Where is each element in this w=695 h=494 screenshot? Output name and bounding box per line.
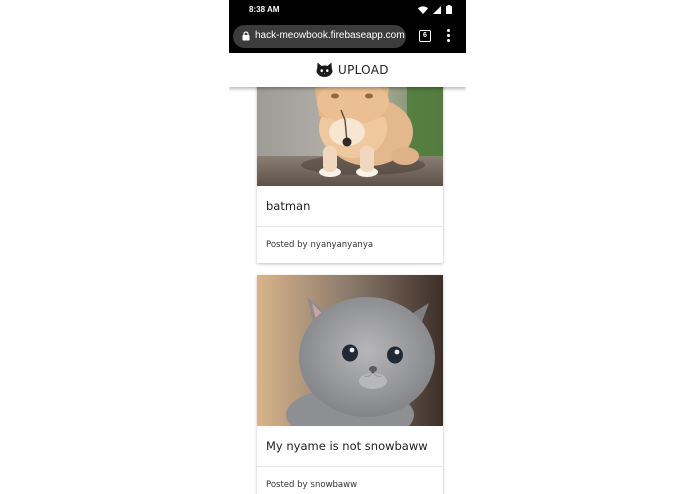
- phone-screen: 8:38 AM hack-meowbook.firebaseapp.com 6: [229, 0, 466, 494]
- tabs-button[interactable]: 6: [419, 30, 431, 42]
- post-title: My nyame is not snowbaww: [257, 426, 443, 467]
- upload-button[interactable]: UPLOAD: [316, 62, 389, 77]
- post-author[interactable]: snowbaww: [311, 480, 357, 490]
- post-title: batman: [257, 186, 443, 227]
- posted-by-label: Posted by: [266, 240, 308, 250]
- cat-face-icon: [316, 62, 333, 77]
- url-bar[interactable]: hack-meowbook.firebaseapp.com: [233, 25, 406, 48]
- menu-icon[interactable]: [445, 29, 451, 43]
- status-time: 8:38 AM: [249, 5, 280, 14]
- tab-count: 6: [423, 32, 427, 39]
- wifi-icon: [418, 5, 428, 14]
- app-bar: UPLOAD: [229, 53, 466, 87]
- battery-icon: [446, 5, 452, 14]
- lock-icon: [242, 31, 250, 41]
- status-icons: [418, 5, 452, 14]
- signal-icon: [433, 5, 441, 14]
- post-meta: Posted by snowbaww: [257, 467, 443, 494]
- post-image[interactable]: [257, 275, 443, 426]
- cat-photo-gray: [257, 275, 443, 426]
- post-author[interactable]: nyanyanyanya: [311, 240, 374, 250]
- status-bar: 8:38 AM: [229, 0, 466, 21]
- posted-by-label: Posted by: [266, 480, 308, 490]
- post-card: batman Posted by nyanyanyanya: [257, 60, 443, 263]
- upload-label[interactable]: UPLOAD: [338, 63, 389, 77]
- browser-toolbar: hack-meowbook.firebaseapp.com 6: [229, 21, 466, 53]
- url-text[interactable]: hack-meowbook.firebaseapp.com: [255, 30, 405, 41]
- post-meta: Posted by nyanyanyanya: [257, 227, 443, 263]
- post-card: My nyame is not snowbaww Posted by snowba…: [257, 275, 443, 494]
